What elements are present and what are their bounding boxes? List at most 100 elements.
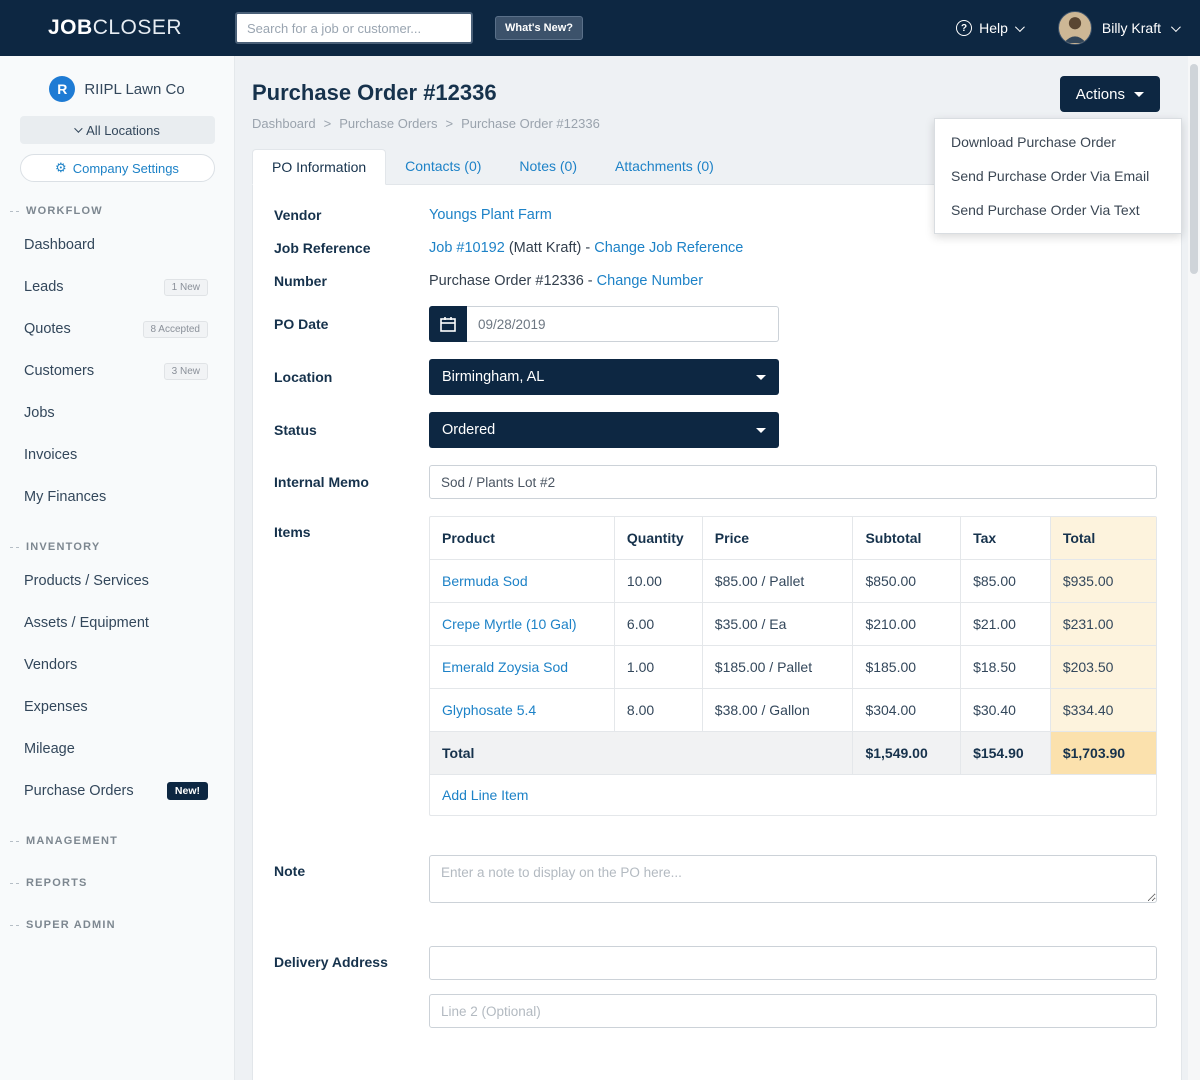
section-dash-icon — [10, 883, 19, 884]
sidebar-item-invoices[interactable]: Invoices — [0, 434, 234, 476]
sidebar-item-expenses[interactable]: Expenses — [0, 686, 234, 728]
internal-memo-row: Internal Memo — [274, 465, 1157, 499]
number-row: Number Purchase Order #12336 - Change Nu… — [274, 273, 1157, 289]
sidebar-item-leads[interactable]: Leads 1 New — [0, 266, 234, 308]
section-dash-icon — [10, 211, 19, 212]
table-total-row: Total $1,549.00 $154.90 $1,703.90 — [430, 732, 1156, 775]
note-textarea[interactable] — [429, 855, 1157, 903]
sidebar-item-products-services[interactable]: Products / Services — [0, 560, 234, 602]
vendor-label: Vendor — [274, 207, 429, 223]
sidebar-item-purchase-orders[interactable]: Purchase Orders New! — [0, 770, 234, 812]
user-name[interactable]: Billy Kraft — [1102, 20, 1161, 36]
price-cell: $85.00 / Pallet — [702, 560, 853, 603]
tab-notes[interactable]: Notes (0) — [500, 149, 596, 184]
tax-cell: $18.50 — [961, 646, 1051, 689]
price-cell: $185.00 / Pallet — [702, 646, 853, 689]
status-select[interactable]: Ordered — [429, 412, 779, 448]
all-locations-dropdown[interactable]: All Locations — [20, 116, 215, 144]
product-link[interactable]: Bermuda Sod — [442, 573, 528, 589]
subtotal-cell: $850.00 — [853, 560, 961, 603]
tax-cell: $85.00 — [961, 560, 1051, 603]
job-link[interactable]: Job #10192 — [429, 240, 505, 256]
sidebar-item-mileage[interactable]: Mileage — [0, 728, 234, 770]
change-number-link[interactable]: Change Number — [597, 273, 703, 289]
sidebar-item-vendors[interactable]: Vendors — [0, 644, 234, 686]
leads-badge: 1 New — [164, 279, 208, 296]
status-label: Status — [274, 422, 429, 438]
tax-cell: $30.40 — [961, 689, 1051, 732]
sidebar-item-label: Invoices — [24, 447, 77, 463]
sidebar-item-label: Expenses — [24, 699, 88, 715]
avatar[interactable] — [1058, 11, 1092, 45]
change-job-reference-link[interactable]: Change Job Reference — [594, 240, 743, 256]
actions-button[interactable]: Actions — [1060, 76, 1160, 112]
company-settings-label: Company Settings — [73, 161, 179, 176]
help-menu[interactable]: ? Help — [956, 20, 1022, 36]
total-cell: $935.00 — [1050, 560, 1156, 603]
po-information-panel: Vendor Youngs Plant Farm Job Reference J… — [252, 184, 1182, 1080]
tab-attachments[interactable]: Attachments (0) — [596, 149, 733, 184]
company-name: RIIPL Lawn Co — [84, 81, 184, 98]
scrollbar-thumb[interactable] — [1190, 64, 1198, 274]
note-label: Note — [274, 855, 429, 879]
menu-item-send-po-email[interactable]: Send Purchase Order Via Email — [935, 159, 1181, 193]
quotes-badge: 8 Accepted — [143, 321, 208, 338]
app-logo: JOBCLOSER — [0, 16, 235, 40]
breadcrumb-purchase-orders[interactable]: Purchase Orders — [339, 116, 437, 131]
tab-contacts[interactable]: Contacts (0) — [386, 149, 500, 184]
po-date-group — [429, 306, 779, 342]
sidebar-item-my-finances[interactable]: My Finances — [0, 476, 234, 518]
sidebar-item-quotes[interactable]: Quotes 8 Accepted — [0, 308, 234, 350]
caret-down-icon — [756, 428, 766, 433]
vendor-link[interactable]: Youngs Plant Farm — [429, 207, 552, 223]
delivery-address-label: Delivery Address — [274, 946, 429, 970]
po-date-row: PO Date — [274, 306, 1157, 342]
items-box: Product Quantity Price Subtotal Tax Tota… — [429, 516, 1157, 816]
purchase-orders-new-badge: New! — [167, 782, 208, 800]
location-select[interactable]: Birmingham, AL — [429, 359, 779, 395]
actions-area: Actions Download Purchase Order Send Pur… — [1060, 76, 1160, 112]
search-input[interactable] — [235, 12, 473, 44]
sidebar-section-super-admin[interactable]: SUPER ADMIN — [0, 912, 234, 938]
company-settings-button[interactable]: ⚙ Company Settings — [20, 154, 215, 182]
table-row: Glyphosate 5.4 8.00 $38.00 / Gallon $304… — [430, 689, 1156, 732]
actions-dropdown-menu: Download Purchase Order Send Purchase Or… — [934, 118, 1182, 234]
add-line-item-link[interactable]: Add Line Item — [442, 787, 528, 803]
section-dash-icon — [10, 925, 19, 926]
location-label: Location — [274, 369, 429, 385]
sidebar-item-label: Products / Services — [24, 573, 149, 589]
product-link[interactable]: Crepe Myrtle (10 Gal) — [442, 616, 577, 632]
sidebar-item-assets-equipment[interactable]: Assets / Equipment — [0, 602, 234, 644]
menu-item-send-po-text[interactable]: Send Purchase Order Via Text — [935, 193, 1181, 227]
internal-memo-input[interactable] — [429, 465, 1157, 499]
subtotal-cell: $304.00 — [853, 689, 961, 732]
tax-cell: $21.00 — [961, 603, 1051, 646]
chevron-down-icon[interactable] — [1171, 22, 1181, 32]
sidebar-section-management[interactable]: MANAGEMENT — [0, 828, 234, 854]
items-label: Items — [274, 516, 429, 540]
whats-new-button[interactable]: What's New? — [495, 16, 583, 40]
sidebar-item-label: Leads — [24, 279, 64, 295]
help-label: Help — [979, 20, 1008, 36]
calendar-button[interactable] — [429, 306, 467, 342]
sidebar-section-workflow: WORKFLOW — [0, 198, 234, 224]
breadcrumb-dashboard[interactable]: Dashboard — [252, 116, 316, 131]
sidebar-item-jobs[interactable]: Jobs — [0, 392, 234, 434]
tab-po-information[interactable]: PO Information — [252, 149, 386, 185]
section-label: REPORTS — [26, 877, 88, 889]
table-row: Bermuda Sod 10.00 $85.00 / Pallet $850.0… — [430, 560, 1156, 603]
job-reference-label: Job Reference — [274, 240, 429, 256]
product-link[interactable]: Emerald Zoysia Sod — [442, 659, 568, 675]
section-dash-icon — [10, 841, 19, 842]
page-scrollbar[interactable] — [1188, 56, 1200, 1080]
menu-item-download-po[interactable]: Download Purchase Order — [935, 125, 1181, 159]
sidebar-item-dashboard[interactable]: Dashboard — [0, 224, 234, 266]
delivery-address-line1-input[interactable] — [429, 946, 1157, 980]
sidebar-item-customers[interactable]: Customers 3 New — [0, 350, 234, 392]
column-header-price: Price — [702, 517, 853, 560]
main-content: Purchase Order #12336 Dashboard > Purcha… — [235, 56, 1200, 1080]
product-link[interactable]: Glyphosate 5.4 — [442, 702, 536, 718]
sidebar-section-reports[interactable]: REPORTS — [0, 870, 234, 896]
delivery-address-line2-input[interactable] — [429, 994, 1157, 1028]
po-date-input[interactable] — [467, 306, 779, 342]
